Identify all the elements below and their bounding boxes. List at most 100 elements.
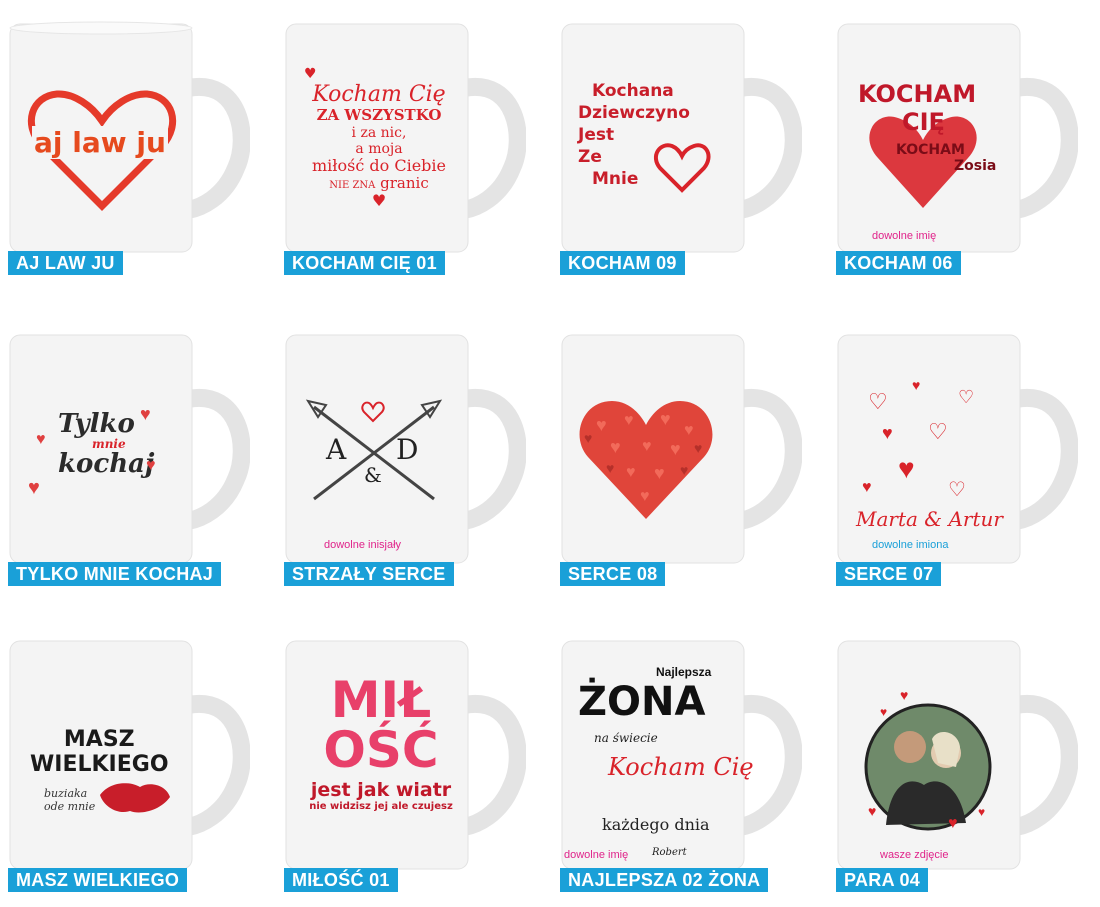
mug-image: ♥ Kocham Cię ZA WSZYSTKO i za nic, a moj…: [276, 18, 526, 258]
svg-text:♥: ♥: [642, 438, 652, 455]
design-line: na świecie: [594, 731, 658, 745]
svg-text:♥: ♥: [684, 422, 694, 439]
heart-icon: ♥: [146, 457, 156, 474]
heart-icon: ♥: [304, 66, 317, 82]
heart-icon: ♥: [978, 805, 986, 819]
heart-icon: ♥: [371, 191, 387, 211]
custom-names: Marta & Artur: [856, 507, 1003, 531]
heart-icon: ♥: [868, 803, 877, 819]
product-label[interactable]: MIŁOŚĆ 01: [284, 868, 398, 892]
product-label[interactable]: KOCHAM 09: [560, 251, 685, 275]
product-card-strzaly-serce[interactable]: A D & dowolne inisjały STRZAŁY SERCE: [276, 311, 536, 601]
design-line: Zosia: [954, 158, 997, 174]
design-line: WIELKIEGO: [30, 752, 169, 777]
product-label[interactable]: AJ LAW JU: [8, 251, 123, 275]
heart-icon: ♥: [898, 453, 915, 484]
design-line: KOCHAM: [896, 142, 965, 158]
product-card-serce-08[interactable]: ♥ ♥ ♥ ♥ ♥ ♥ ♥ ♥ ♥ ♥ ♥ ♥ ♥ ♥ SERCE 08: [552, 311, 812, 601]
mug-image: Tylko mnie kochaj ♥ ♥ ♥ ♥: [0, 329, 250, 569]
customization-note: dowolne imiona: [872, 539, 949, 551]
heart-icon: ♥: [912, 377, 921, 393]
design-line: ŻONA: [578, 679, 706, 725]
product-card-aj-law-ju[interactable]: aj law ju AJ LAW JU: [0, 0, 260, 290]
design-text: aj law ju: [32, 126, 168, 159]
heart-outline-icon: [653, 143, 711, 193]
design-text-block: KOCHAM CIĘ KOCHAM Zosia: [858, 80, 1008, 174]
svg-text:♥: ♥: [694, 440, 702, 456]
product-card-najlepsza-02-zona[interactable]: Najlepsza ŻONA na świecie Kocham Cię każ…: [552, 617, 812, 907]
product-card-tylko-mnie-kochaj[interactable]: Tylko mnie kochaj ♥ ♥ ♥ ♥ TYLKO MNIE KOC…: [0, 311, 260, 601]
mug-image: KOCHAM CIĘ KOCHAM Zosia dowolne imię: [828, 18, 1078, 258]
design-line: Kocham Cię: [312, 82, 446, 108]
svg-text:♥: ♥: [596, 415, 607, 435]
heart-icon: ♡: [868, 389, 888, 414]
product-label[interactable]: PARA 04: [836, 868, 929, 892]
design-line: i za nic,: [351, 124, 407, 141]
design-line: Kochana: [592, 81, 674, 101]
ampersand: &: [364, 463, 382, 487]
svg-text:♥: ♥: [680, 462, 688, 478]
design-line: Najlepsza: [656, 665, 712, 679]
design-line: MASZ: [63, 727, 135, 752]
customization-note: wasze zdjęcie: [880, 849, 949, 861]
design-line: miłość do Ciebie: [312, 155, 446, 175]
heart-icon: ♥: [28, 477, 40, 499]
design-line: Robert: [652, 847, 687, 858]
design-text-block: ♥ Kocham Cię ZA WSZYSTKO i za nic, a moj…: [294, 66, 464, 211]
heart-icon: ♡: [948, 479, 966, 501]
heart-icon: ♥: [862, 479, 872, 496]
design-line: Kocham Cię: [608, 753, 754, 781]
product-card-serce-07[interactable]: ♡ ♥ ♡ ♥ ♡ ♥ ♥ ♡ Marta & Artur dowolne im…: [828, 311, 1088, 601]
design-line: CIĘ: [902, 108, 945, 136]
heart-icon: ♥: [948, 815, 958, 832]
design-line: Dziewczyno: [578, 103, 690, 124]
mug-image: MASZ WIELKIEGO buziaka ode mnie: [0, 635, 250, 875]
design-line: ZA WSZYSTKO: [316, 106, 442, 125]
heart-icon: ♥: [36, 431, 46, 448]
product-card-milosc-01[interactable]: MIŁ OŚĆ jest jak wiatr nie widzisz jej a…: [276, 617, 536, 907]
product-label[interactable]: MASZ WIELKIEGO: [8, 868, 188, 892]
product-label[interactable]: SERCE 08: [560, 562, 666, 586]
product-card-kocham-cie-01[interactable]: ♥ Kocham Cię ZA WSZYSTKO i za nic, a moj…: [276, 0, 536, 290]
product-card-para-04[interactable]: ♥ ♥ ♥ ♥ ♥ wasze zdjęcie PARA 04: [828, 617, 1088, 907]
design-line: nie widzisz jej ale czujesz: [309, 801, 453, 812]
mug-shape: [837, 334, 1078, 564]
mug-image: Kochana Dziewczyno Jest Ze Mnie: [552, 18, 802, 258]
design-line: buziaka: [44, 787, 88, 800]
initial-right: D: [396, 433, 419, 466]
product-card-kocham-09[interactable]: Kochana Dziewczyno Jest Ze Mnie KOCHAM 0…: [552, 0, 812, 290]
svg-text:♥: ♥: [660, 409, 671, 429]
mug-shape: [837, 640, 1078, 870]
heart-icon: ♥: [880, 705, 888, 719]
design-line: OŚĆ: [323, 721, 439, 779]
design-line: kochaj: [58, 448, 155, 479]
mug-image: ♥ ♥ ♥ ♥ ♥ wasze zdjęcie: [828, 635, 1078, 875]
product-label[interactable]: TYLKO MNIE KOCHAJ: [8, 562, 222, 586]
heart-icon: ♥: [900, 687, 909, 703]
product-label[interactable]: STRZAŁY SERCE: [284, 562, 454, 586]
design-line: NIE ZNA granic: [329, 174, 429, 193]
customization-note: dowolne imię: [872, 230, 937, 242]
heart-icon: ♡: [958, 387, 975, 407]
product-card-kocham-06[interactable]: KOCHAM CIĘ KOCHAM Zosia dowolne imię KOC…: [828, 0, 1088, 290]
customization-note: dowolne inisjały: [324, 539, 402, 551]
mug-image: aj law ju: [0, 18, 250, 258]
product-label[interactable]: KOCHAM 06: [836, 251, 961, 275]
product-label[interactable]: KOCHAM CIĘ 01: [284, 251, 445, 275]
product-card-masz-wielkiego[interactable]: MASZ WIELKIEGO buziaka ode mnie MASZ WIE…: [0, 617, 260, 907]
product-label[interactable]: NAJLEPSZA 02 ŻONA: [560, 868, 769, 892]
svg-text:♥: ♥: [606, 460, 614, 476]
design-text-block: MASZ WIELKIEGO: [30, 727, 169, 777]
heart-icon: ♥: [140, 404, 151, 424]
mug-image: A D & dowolne inisjały: [276, 329, 526, 569]
design-line: każdego dnia: [602, 815, 710, 834]
design-text-block: MIŁ OŚĆ jest jak wiatr nie widzisz jej a…: [296, 675, 466, 812]
design-text-small: buziaka ode mnie: [44, 787, 95, 813]
design-line: ode mnie: [44, 800, 96, 813]
heart-icon: ♥: [882, 423, 893, 443]
svg-text:♥: ♥: [626, 464, 636, 481]
initial-left: A: [326, 433, 347, 466]
svg-text:♥: ♥: [610, 437, 621, 457]
mug-image: MIŁ OŚĆ jest jak wiatr nie widzisz jej a…: [276, 635, 526, 875]
product-label[interactable]: SERCE 07: [836, 562, 942, 586]
